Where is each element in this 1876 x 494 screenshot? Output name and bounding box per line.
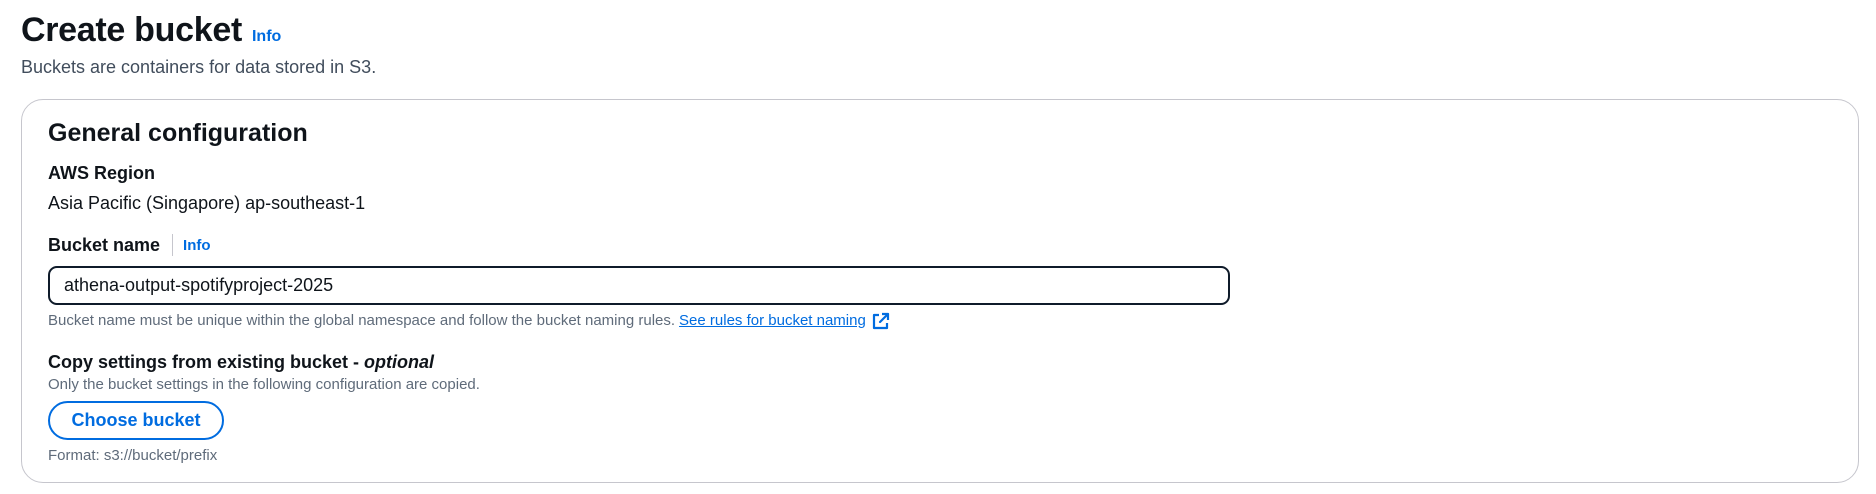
- copy-settings-field: Copy settings from existing bucket - opt…: [48, 351, 1832, 466]
- copy-settings-label: Copy settings from existing bucket - opt…: [48, 351, 1832, 373]
- external-link-icon[interactable]: [871, 312, 890, 331]
- page-header: Create bucket Info Buckets are container…: [21, 10, 376, 78]
- bucket-name-hint: Bucket name must be unique within the gl…: [48, 311, 1832, 331]
- header-info-link[interactable]: Info: [252, 28, 281, 46]
- page-title: Create bucket: [21, 11, 242, 49]
- bucket-name-hint-text: Bucket name must be unique within the gl…: [48, 312, 676, 329]
- create-bucket-page: Create bucket Info Buckets are container…: [0, 0, 1876, 494]
- general-configuration-panel: General configuration AWS Region Asia Pa…: [21, 99, 1859, 483]
- label-divider: [172, 234, 174, 256]
- optional-label: optional: [364, 352, 435, 372]
- bucket-naming-rules-link[interactable]: See rules for bucket naming: [679, 311, 866, 331]
- aws-region-label: AWS Region: [48, 163, 155, 183]
- copy-settings-description: Only the bucket settings in the followin…: [48, 376, 480, 393]
- title-row: Create bucket Info: [21, 10, 376, 50]
- panel-content: General configuration AWS Region Asia Pa…: [48, 116, 1832, 466]
- aws-region-field: AWS Region Asia Pacific (Singapore) ap-s…: [48, 162, 1832, 214]
- bucket-name-label-row: Bucket name Info: [48, 234, 1832, 256]
- format-hint: Format: s3://bucket/prefix: [48, 447, 218, 464]
- bucket-name-info-link[interactable]: Info: [183, 237, 211, 254]
- bucket-name-field: Bucket name Info Bucket name must be uni…: [48, 234, 1832, 331]
- panel-title: General configuration: [48, 119, 308, 147]
- bucket-name-label: Bucket name: [48, 235, 161, 255]
- aws-region-value: Asia Pacific (Singapore) ap-southeast-1: [48, 193, 366, 213]
- page-description: Buckets are containers for data stored i…: [21, 57, 377, 77]
- choose-bucket-button[interactable]: Choose bucket: [48, 401, 224, 440]
- copy-settings-label-text: Copy settings from existing bucket -: [48, 352, 365, 372]
- bucket-name-input[interactable]: [48, 266, 1230, 305]
